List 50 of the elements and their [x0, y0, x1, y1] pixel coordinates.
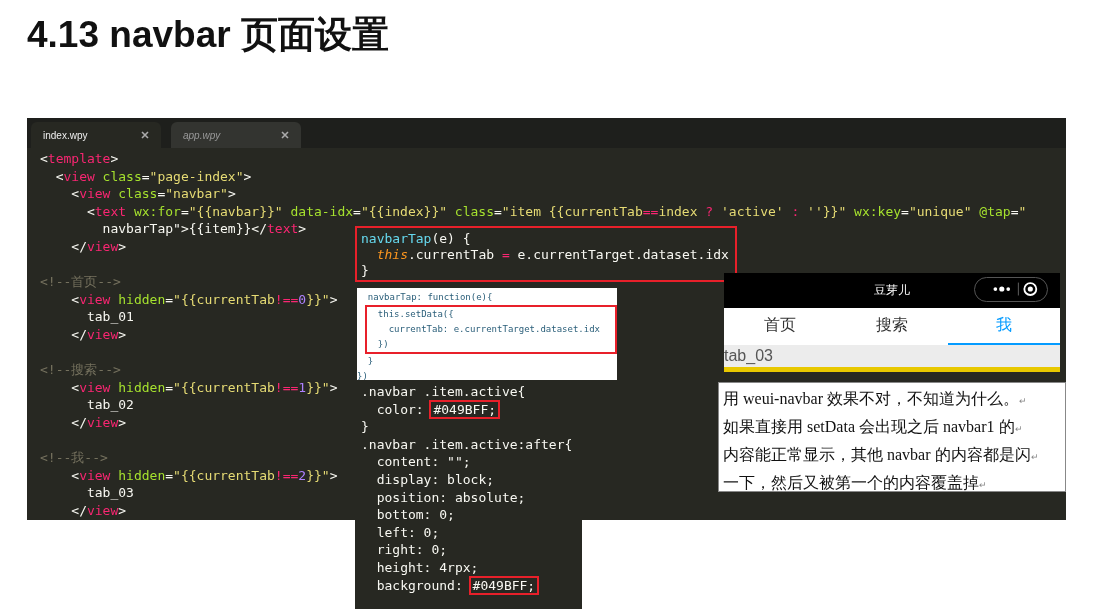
code-line: <view hidden="{{currentTab!==0}}">: [70, 290, 338, 309]
code-line: }: [361, 263, 369, 279]
code-line: </view>: [70, 413, 127, 432]
code-line: <view class="navbar">: [70, 185, 236, 203]
code-line: <view hidden="{{currentTab!==2}}">: [70, 466, 338, 485]
code-line: navbarTap">{{item}}</text>: [101, 220, 307, 238]
code-line: currentTab: e.currentTarget.dataset.idx: [387, 323, 600, 336]
note-line: 一下，然后又被第一个的内容覆盖掉↵: [723, 473, 988, 493]
close-icon[interactable]: [281, 131, 289, 139]
code-line: <!--搜索-->: [40, 361, 121, 379]
code-line: this.setData({: [376, 308, 454, 321]
app-title: 豆芽儿: [874, 282, 910, 299]
tab-content-text: tab_03: [724, 346, 774, 366]
code-line: <view class="page-index">: [54, 167, 252, 186]
code-line: tab_01: [85, 308, 134, 326]
code-line: </view>: [70, 237, 127, 256]
code-line: tab_03: [85, 484, 134, 502]
code-line: }: [366, 355, 374, 368]
code-line: left: 0;: [375, 523, 440, 542]
code-line: .navbar .item.active:after{: [361, 435, 573, 454]
code-line: position: absolute;: [375, 488, 526, 507]
code-line: }: [361, 418, 369, 436]
code-line: </view>: [70, 501, 127, 520]
code-line: }): [357, 370, 368, 383]
slide-title: 4.13 navbar 页面设置: [27, 13, 389, 57]
code-line: <text wx:for="{{navbar}}" data-idx="{{index}}" class="item {{currentTab==index ? 'active' : ''}}" wx:key="unique" @tap=": [85, 202, 1027, 221]
code-line: <view hidden="{{currentTab!==1}}">: [70, 378, 338, 397]
code-line: bottom: 0;: [375, 506, 455, 524]
code-line: background: #049BFF;: [361, 576, 538, 595]
close-icon[interactable]: [141, 131, 149, 139]
code-line: height: 4rpx;: [375, 558, 479, 577]
code-line: .navbar .item.active{: [361, 383, 526, 401]
code-line: tab_02: [85, 396, 134, 414]
code-line: <!--首页-->: [40, 273, 121, 291]
note-line: 内容能正常显示，其他 navbar 的内容都是闪↵: [723, 445, 1040, 465]
code-line: this.currentTab = e.currentTarget.dataset.idx: [375, 247, 729, 263]
code-line: <template>: [40, 150, 119, 168]
code-line: }): [376, 338, 389, 351]
note-line: 用 weui-navbar 效果不对，不知道为什么。↵: [723, 389, 1028, 409]
code-line: right: 0;: [375, 541, 448, 559]
file-tab[interactable]: index.wpy: [31, 122, 161, 148]
code-line: navbarTap: function(e){: [366, 291, 493, 304]
code-line: <!--我-->: [40, 449, 108, 467]
file-tab[interactable]: app.wpy: [171, 122, 301, 148]
code-line: display: block;: [375, 470, 495, 489]
note-line: 如果直接用 setData 会出现之后 navbar1 的↵: [723, 417, 1024, 437]
code-line: </view>: [70, 325, 127, 344]
code-line: navbarTap(e) {: [361, 231, 471, 247]
code-line: color: #049BFF;: [361, 400, 499, 419]
code-line: content: "";: [375, 453, 471, 471]
